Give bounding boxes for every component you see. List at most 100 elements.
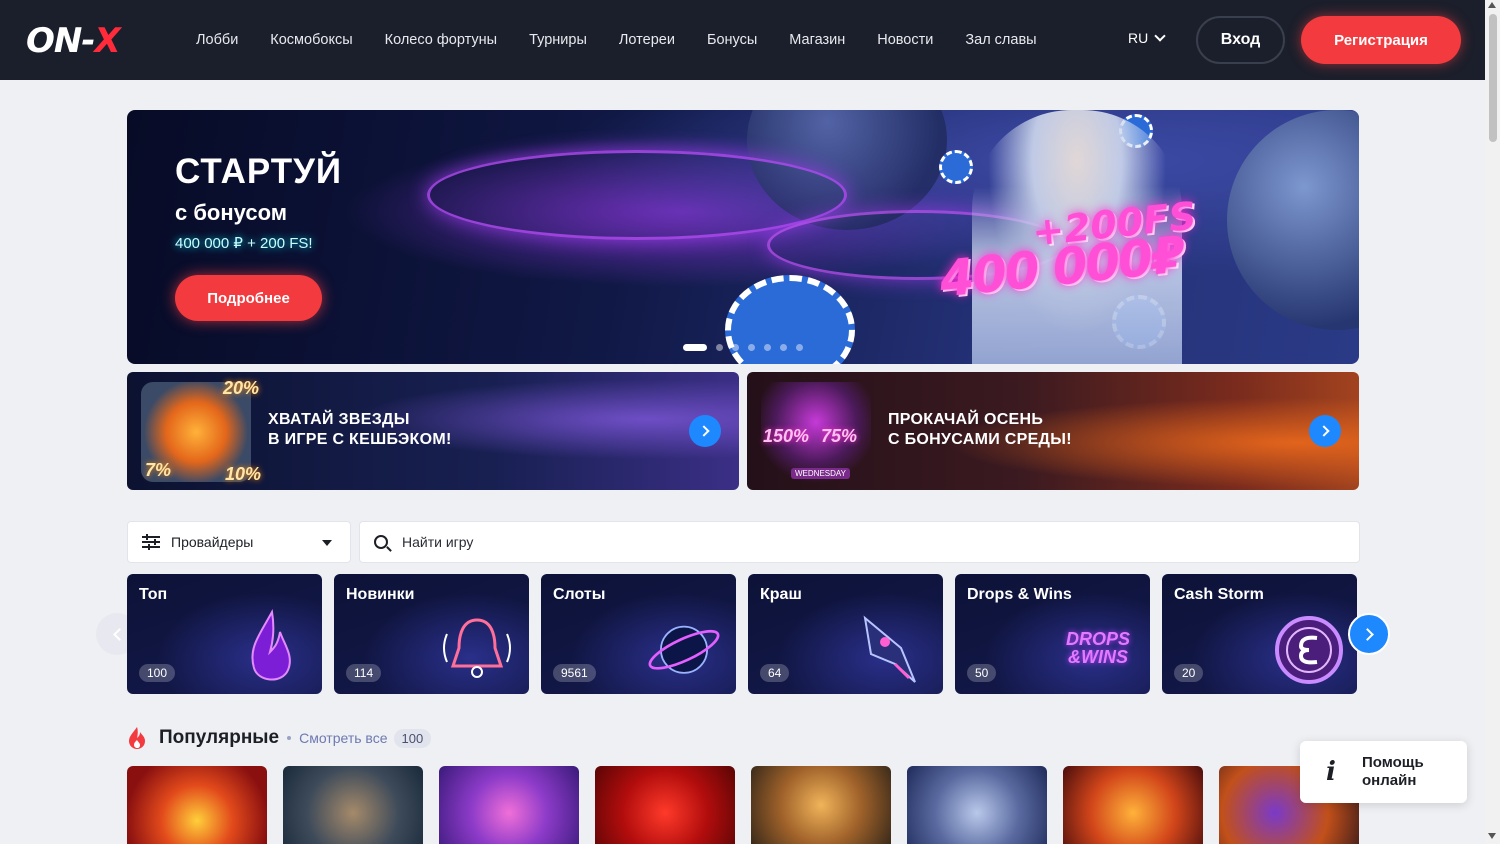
rocket-icon <box>851 608 931 688</box>
percent-label: 10% <box>225 464 262 484</box>
promo-banner-wednesday[interactable]: 150% 75% WEDNESDAY ПРОКАЧАЙ ОСЕНЬ С БОНУ… <box>747 372 1359 490</box>
promo-open-button[interactable] <box>689 415 721 447</box>
nav-wheel-of-fortune[interactable]: Колесо фортуны <box>385 32 497 48</box>
carousel-dot[interactable] <box>716 344 723 351</box>
nav-lotteries[interactable]: Лотереи <box>619 32 675 48</box>
providers-dropdown[interactable]: Провайдеры <box>127 521 351 563</box>
hero-details-button[interactable]: Подробнее <box>175 275 322 321</box>
nav-tournaments[interactable]: Турниры <box>529 32 587 48</box>
nav-hall-of-fame[interactable]: Зал славы <box>965 32 1036 48</box>
login-button[interactable]: Вход <box>1196 16 1285 64</box>
carousel-dot-active[interactable] <box>683 344 707 351</box>
game-tile[interactable] <box>595 766 735 844</box>
help-text: Помощь онлайн <box>1362 754 1424 790</box>
logo-accent: X <box>94 21 120 61</box>
providers-label: Провайдеры <box>171 534 254 550</box>
see-all-link[interactable]: Смотреть все <box>299 730 387 746</box>
search-icon <box>374 535 388 549</box>
category-new[interactable]: Новинки 114 <box>334 574 529 694</box>
scroll-down-arrow-icon[interactable] <box>1488 833 1496 839</box>
category-count: 50 <box>967 664 997 682</box>
nav-shop[interactable]: Магазин <box>789 32 845 48</box>
categories-next-button[interactable] <box>1348 613 1390 655</box>
register-button[interactable]: Регистрация <box>1301 16 1461 64</box>
online-help-widget[interactable]: i Помощь онлайн <box>1300 741 1467 803</box>
percent-label: 75% <box>821 426 858 446</box>
planet-icon <box>644 608 724 688</box>
game-tile[interactable] <box>127 766 267 844</box>
ufo-decoration <box>427 150 847 240</box>
category-name: Топ <box>139 586 168 603</box>
scroll-up-arrow-icon[interactable] <box>1488 2 1496 8</box>
hero-offer: 400 000 ₽ + 200 FS! <box>175 235 313 252</box>
caret-down-icon <box>322 540 332 546</box>
popular-count-badge: 100 <box>393 728 432 748</box>
search-input[interactable] <box>402 534 1302 550</box>
percent-label: 150% <box>763 426 810 446</box>
category-name: Drops & Wins <box>967 586 1072 603</box>
main-nav: Лобби Космобоксы Колесо фортуны Турниры … <box>196 0 1069 80</box>
language-label: RU <box>1128 30 1149 46</box>
planet-decoration <box>1227 110 1359 330</box>
category-cash-storm[interactable]: Cash Storm 20 <box>1162 574 1357 694</box>
promo-title-line: В ИГРЕ С КЕШБЭКОМ! <box>268 431 452 448</box>
category-drops-wins[interactable]: Drops & Wins 50 DROPS &WINS <box>955 574 1150 694</box>
carousel-dot[interactable] <box>780 344 787 351</box>
category-name: Новинки <box>346 586 415 603</box>
chevron-left-icon <box>112 627 126 641</box>
drops-wins-logo-text: &WINS <box>1068 647 1128 667</box>
percent-label: 20% <box>223 378 260 398</box>
nav-news[interactable]: Новости <box>877 32 933 48</box>
bell-icon <box>437 608 517 688</box>
category-name: Cash Storm <box>1174 586 1264 603</box>
category-name: Слоты <box>553 586 606 603</box>
popular-section-header: Популярные Смотреть все 100 <box>127 726 432 750</box>
game-tile[interactable] <box>751 766 891 844</box>
nav-lobby[interactable]: Лобби <box>196 32 238 48</box>
hero-banner[interactable]: +200FS 400 000₽ СТАРТУЙ с бонусом 400 00… <box>127 110 1359 364</box>
promo-open-button[interactable] <box>1309 415 1341 447</box>
chevron-right-icon <box>697 425 710 437</box>
chevron-down-icon <box>1154 30 1166 42</box>
game-tile[interactable] <box>1063 766 1203 844</box>
promo-banner-cashback[interactable]: 20% 7% 10% ХВАТАЙ ЗВЕЗДЫ В ИГРЕ С КЕШБЭК… <box>127 372 739 490</box>
page-scrollbar[interactable] <box>1485 0 1500 844</box>
game-tile[interactable] <box>283 766 423 844</box>
category-name: Краш <box>760 586 802 603</box>
language-selector[interactable]: RU <box>1128 30 1166 46</box>
category-slots[interactable]: Слоты 9561 <box>541 574 736 694</box>
drops-wins-logo-text: DROPS <box>1065 629 1130 649</box>
promo-title-line: С БОНУСАМИ СРЕДЫ! <box>888 431 1072 448</box>
flame-icon <box>230 608 310 688</box>
promo-title-line: ХВАТАЙ ЗВЕЗДЫ <box>268 411 410 428</box>
category-count: 64 <box>760 664 790 682</box>
category-top[interactable]: Топ 100 <box>127 574 322 694</box>
hero-title: СТАРТУЙ <box>175 152 343 191</box>
chevron-right-icon <box>1360 627 1374 641</box>
site-logo[interactable]: ON- X <box>26 20 156 62</box>
separator-dot <box>287 736 292 740</box>
scrollbar-thumb[interactable] <box>1489 14 1497 142</box>
game-search <box>359 521 1360 563</box>
category-count: 20 <box>1174 664 1204 682</box>
logo-text: ON- <box>26 21 95 61</box>
nav-bonuses[interactable]: Бонусы <box>707 32 757 48</box>
casino-chip-decoration <box>939 150 973 184</box>
game-tile[interactable] <box>907 766 1047 844</box>
popular-title: Популярные <box>159 727 280 748</box>
carousel-dot[interactable] <box>732 344 739 351</box>
promo-banner-title: ПРОКАЧАЙ ОСЕНЬ С БОНУСАМИ СРЕДЫ! <box>888 410 1072 450</box>
category-count: 114 <box>346 664 382 682</box>
promo-banner-title: ХВАТАЙ ЗВЕЗДЫ В ИГРЕ С КЕШБЭКОМ! <box>268 410 452 450</box>
category-crash[interactable]: Краш 64 <box>748 574 943 694</box>
game-tile[interactable] <box>439 766 579 844</box>
carousel-dot[interactable] <box>764 344 771 351</box>
promo-title-line: ПРОКАЧАЙ ОСЕНЬ <box>888 411 1044 428</box>
info-icon: i <box>1326 757 1336 787</box>
fire-icon <box>129 727 145 749</box>
percent-label: 7% <box>145 460 172 480</box>
carousel-dot[interactable] <box>796 344 803 351</box>
nav-cosmoboxes[interactable]: Космобоксы <box>270 32 352 48</box>
chevron-right-icon <box>1317 425 1330 437</box>
carousel-dot[interactable] <box>748 344 755 351</box>
